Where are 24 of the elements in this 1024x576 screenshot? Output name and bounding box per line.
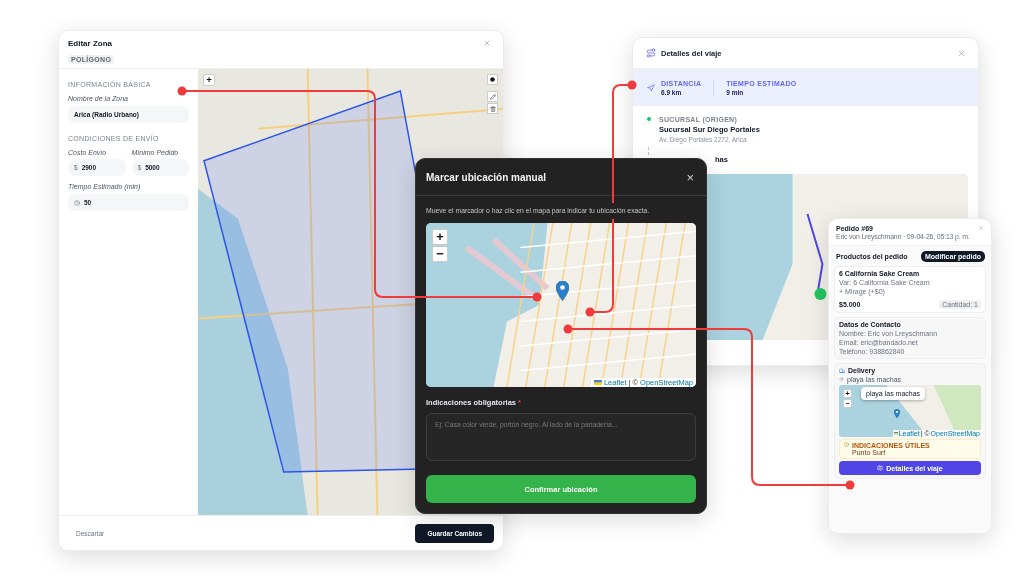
map-pin-icon (894, 409, 900, 418)
zoom-in-button[interactable]: + (203, 74, 215, 86)
close-icon[interactable] (957, 48, 966, 58)
map-pin-icon (839, 377, 844, 382)
navigation-icon (647, 83, 655, 92)
truck-icon (839, 367, 845, 374)
status-dot (647, 117, 651, 121)
zoom-in-button[interactable]: + (432, 229, 448, 245)
close-icon[interactable] (978, 225, 984, 231)
map-pin-icon (556, 281, 569, 301)
close-button[interactable]: × (686, 170, 694, 184)
circle-icon[interactable] (487, 74, 498, 85)
clock-icon (74, 199, 80, 206)
edit-icon[interactable] (487, 91, 498, 102)
flag-icon (893, 432, 898, 435)
route-icon (646, 48, 656, 58)
flag-icon (593, 379, 602, 386)
map-icon (877, 465, 884, 471)
close-icon[interactable] (483, 39, 491, 47)
trash-icon[interactable] (487, 103, 498, 114)
info-icon (844, 442, 849, 447)
zoom-out-button[interactable]: − (432, 246, 448, 262)
modal-title: Marcar ubicación manual (426, 171, 547, 183)
window-title: Editar Zona (68, 39, 113, 48)
